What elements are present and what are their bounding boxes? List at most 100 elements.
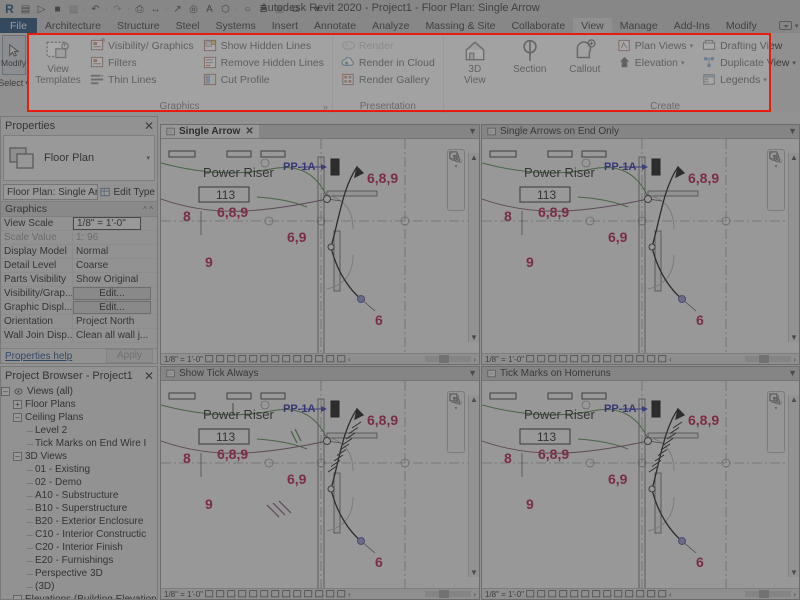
scale-icon[interactable]: [526, 355, 535, 363]
property-row[interactable]: Detail Level Coarse: [1, 259, 157, 273]
navigation-bar[interactable]: 3D ▾ ▾: [767, 149, 785, 211]
duplicate-view-button[interactable]: Duplicate View ▾: [699, 54, 799, 71]
drawing-canvas-single-arrow[interactable]: Power Riser 113 PP-1A 6,8,9 6,8,9 8 6,9 …: [161, 139, 479, 353]
tree-item[interactable]: ─ C10 - Interior Constructic: [1, 528, 157, 541]
shadows-icon[interactable]: [249, 590, 258, 598]
zoom-icon[interactable]: [768, 150, 782, 164]
ribbon-display-options[interactable]: ▾: [765, 18, 799, 33]
ribbon-state-icon[interactable]: [778, 21, 792, 30]
crop-view-icon[interactable]: [271, 590, 280, 598]
print-icon[interactable]: ⎙: [132, 2, 147, 17]
tree-item[interactable]: ─ B10 - Superstructure: [1, 502, 157, 515]
tree-item[interactable]: ─ E20 - Furnishings: [1, 554, 157, 567]
scroll-track[interactable]: [745, 590, 792, 598]
default-3d-view-icon[interactable]: ⬡: [218, 2, 233, 17]
ribbon-tab-view[interactable]: View: [573, 18, 612, 33]
zoom-icon[interactable]: [448, 150, 462, 164]
horizontal-scrollbar[interactable]: ›: [745, 590, 796, 599]
ribbon-tab-modify[interactable]: Modify: [718, 18, 765, 33]
tag-icon[interactable]: ◎: [186, 2, 201, 17]
select-dropdown[interactable]: Select ▾: [0, 78, 29, 88]
reveal-hidden-icon[interactable]: [315, 355, 324, 363]
scroll-down-icon[interactable]: ▼: [790, 333, 798, 342]
crop-region-icon[interactable]: [282, 590, 291, 598]
family-type-combo[interactable]: Floor Plan: Single Arrc ▾: [3, 184, 99, 200]
navigation-bar[interactable]: 3D ▾ ▾: [447, 149, 465, 211]
view-scale-label[interactable]: 1/8" = 1'-0": [485, 590, 524, 599]
lock-3d-view-icon[interactable]: [614, 355, 623, 363]
chevron-down-icon[interactable]: ▾: [795, 22, 799, 30]
zoom-icon[interactable]: [768, 392, 782, 406]
scroll-thumb[interactable]: [439, 590, 450, 598]
tree-item[interactable]: ─ C20 - Interior Finish: [1, 541, 157, 554]
tree-item[interactable]: + Floor Plans: [1, 398, 157, 411]
sun-path-icon[interactable]: [238, 355, 247, 363]
scroll-left-icon[interactable]: ‹: [669, 590, 672, 599]
ribbon-tab-collaborate[interactable]: Collaborate: [503, 18, 573, 33]
reveal-hidden-icon[interactable]: [636, 590, 645, 598]
tree-item[interactable]: ─ Tick Marks on End Wire I: [1, 437, 157, 450]
drafting-view-button[interactable]: Drafting View: [699, 37, 799, 54]
view-tab-single-arrows-on-end-only[interactable]: Single Arrows on End Only: [482, 125, 624, 138]
view-tile-show-tick-always[interactable]: Show Tick Always ▼ Power Riser 113 PP-1A…: [160, 366, 480, 600]
render-dialog-icon[interactable]: [581, 355, 590, 363]
scroll-down-icon[interactable]: ▼: [470, 568, 478, 577]
dropdown-dot-icon[interactable]: ▾: [454, 405, 457, 412]
collapse-icon[interactable]: ^ ^: [143, 205, 153, 214]
dropdown-dot-icon[interactable]: ▾: [774, 405, 777, 412]
lock-3d-view-icon[interactable]: [293, 355, 302, 363]
sun-path-icon[interactable]: [559, 590, 568, 598]
dropdown-dot-icon[interactable]: ·: [164, 6, 169, 13]
property-row[interactable]: Wall Join Disp... Clean all wall j...: [1, 329, 157, 343]
graphics-dialog-launcher[interactable]: »: [323, 102, 328, 112]
thin-lines-button[interactable]: Thin Lines: [87, 71, 197, 88]
scroll-track[interactable]: [745, 355, 792, 363]
view-scale-label[interactable]: 1/8" = 1'-0": [164, 355, 203, 364]
property-row[interactable]: Graphic Displ... Edit...: [1, 301, 157, 315]
horizontal-scrollbar[interactable]: ›: [745, 355, 796, 364]
view-tabs-overflow-icon[interactable]: ▼: [788, 368, 797, 378]
vertical-scrollbar[interactable]: ▲ ▼: [788, 153, 799, 342]
tree-item[interactable]: – Views (all): [1, 385, 157, 398]
expand-icon[interactable]: +: [13, 400, 22, 409]
open-project-icon[interactable]: ▷: [34, 2, 49, 17]
scale-icon[interactable]: [205, 355, 214, 363]
view-tab-bar[interactable]: Tick Marks on Homeruns ▼: [482, 367, 799, 381]
view-tile-tick-marks-on-homeruns[interactable]: Tick Marks on Homeruns ▼ Power Riser 113…: [481, 366, 800, 600]
tree-item[interactable]: –Elevations (Building Elevation: [1, 593, 157, 599]
property-row[interactable]: Parts Visibility Show Original: [1, 273, 157, 287]
view-scale-label[interactable]: 1/8" = 1'-0": [164, 590, 203, 599]
zoom-icon[interactable]: [448, 392, 462, 406]
properties-type-selector[interactable]: Floor Plan ▾: [3, 135, 155, 181]
constraints-icon[interactable]: [658, 355, 667, 363]
ribbon-tab-steel[interactable]: Steel: [168, 18, 208, 33]
ribbon-tab-structure[interactable]: Structure: [109, 18, 168, 33]
elevation-button[interactable]: Elevation ▾: [614, 54, 696, 71]
crop-region-icon[interactable]: [603, 590, 612, 598]
dropdown-dot-icon[interactable]: ▾: [774, 163, 777, 170]
render-dialog-icon[interactable]: [581, 590, 590, 598]
view-tab-bar[interactable]: Single Arrow ✕ ▼: [161, 125, 479, 139]
modify-button[interactable]: Modify: [1, 35, 26, 75]
vertical-scrollbar[interactable]: ▲ ▼: [788, 395, 799, 577]
dropdown-dot-icon[interactable]: ·: [304, 6, 309, 13]
tree-item[interactable]: ─ Level 2: [1, 424, 157, 437]
quick-access-toolbar[interactable]: R ▤ ▷ ■ ▧ · ↶ · ↷ · ⎙ ↔ · ↗ ◎ A ⬡ · ○ ≣ ▣ ⧉ · ▾: [0, 2, 325, 17]
analytical-model-icon[interactable]: [326, 355, 335, 363]
collapse-icon[interactable]: –: [13, 595, 22, 599]
dropdown-dot-icon[interactable]: ·: [82, 6, 87, 13]
tree-item[interactable]: –3D Views: [1, 450, 157, 463]
constraints-icon[interactable]: [658, 590, 667, 598]
ribbon-tab-massing-site[interactable]: Massing & Site: [417, 18, 503, 33]
ribbon-tab-file[interactable]: File: [0, 18, 37, 33]
measure-icon[interactable]: ↔: [148, 2, 163, 17]
visual-style-icon[interactable]: [227, 355, 236, 363]
vertical-scrollbar[interactable]: ▲ ▼: [468, 153, 479, 342]
chevron-down-icon[interactable]: ▾: [146, 154, 150, 162]
navigation-bar[interactable]: 3D ▾ ▾: [767, 391, 785, 453]
scroll-right-icon[interactable]: ›: [473, 590, 476, 599]
close-hidden-windows-icon[interactable]: ▣: [272, 2, 287, 17]
collapse-icon[interactable]: –: [13, 452, 22, 461]
shadows-icon[interactable]: [570, 355, 579, 363]
shadows-icon[interactable]: [570, 590, 579, 598]
